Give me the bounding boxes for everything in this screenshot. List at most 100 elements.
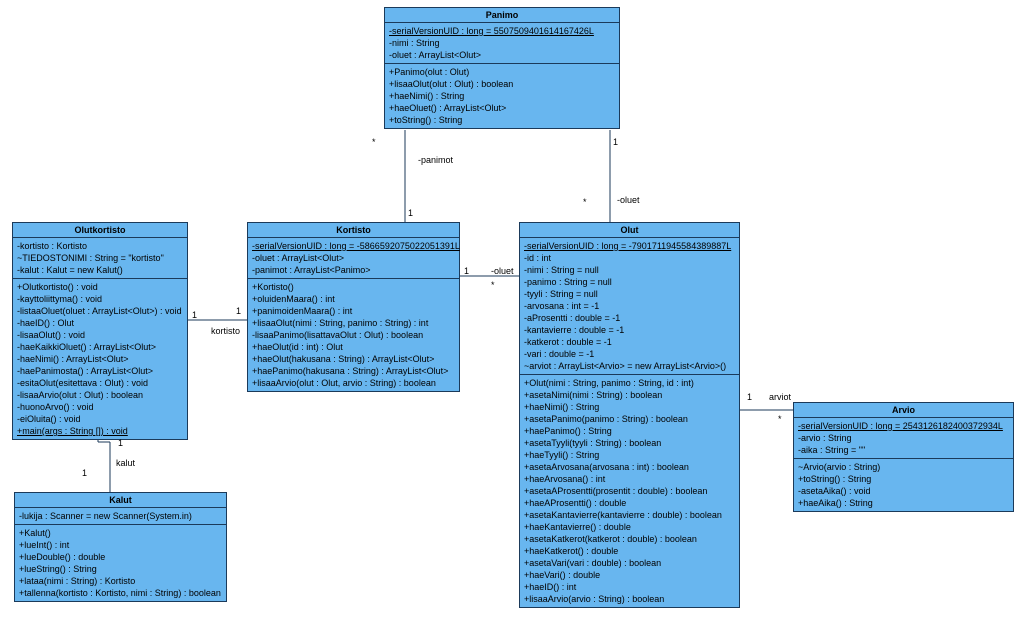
member-row: -katkerot : double = -1 [524,336,735,348]
member-row: +haeTyyli() : String [524,449,735,461]
member-row: -lukija : Scanner = new Scanner(System.i… [19,510,222,522]
member-row: -haeNimi() : ArrayList<Olut> [17,353,183,365]
member-row: ~arviot : ArrayList<Arvio> = new ArrayLi… [524,360,735,372]
member-row: -serialVersionUID : long = 2543126182400… [798,420,1009,432]
member-row: +lisaaOlut(nimi : String, panimo : Strin… [252,317,455,329]
member-row: +asetaArvosana(arvosana : int) : boolean [524,461,735,473]
member-row: +Kalut() [19,527,222,539]
member-row: -eiOluita() : void [17,413,183,425]
member-row: +haeID() : int [524,581,735,593]
member-row: -huonoArvo() : void [17,401,183,413]
member-row: +tallenna(kortisto : Kortisto, nimi : St… [19,587,222,599]
member-row: -kalut : Kalut = new Kalut() [17,264,183,276]
class-kortisto: Kortisto -serialVersionUID : long = -586… [247,222,460,392]
member-row: -serialVersionUID : long = -586659207502… [252,240,455,252]
class-title: Panimo [385,8,619,23]
mult-label: 1 [118,438,123,448]
member-row: -lisaaArvio(olut : Olut) : boolean [17,389,183,401]
mult-label: 1 [82,468,87,478]
member-row: -kortisto : Kortisto [17,240,183,252]
operations: +Kalut()+lueInt() : int+lueDouble() : do… [15,525,226,601]
member-row: +toString() : String [798,473,1009,485]
class-arvio: Arvio -serialVersionUID : long = 2543126… [793,402,1014,512]
mult-label: 1 [464,266,469,276]
member-row: +lisaaArvio(arvio : String) : boolean [524,593,735,605]
member-row: +Panimo(olut : Olut) [389,66,615,78]
uml-diagram: Panimo -serialVersionUID : long = 550750… [0,0,1024,618]
member-row: -panimo : String = null [524,276,735,288]
class-title: Olut [520,223,739,238]
member-row: +haeKantavierre() : double [524,521,735,533]
mult-label: 1 [192,310,197,320]
member-row: +asetaPanimo(panimo : String) : boolean [524,413,735,425]
class-olut: Olut -serialVersionUID : long = -7901711… [519,222,740,608]
member-row: +asetaTyyli(tyyli : String) : boolean [524,437,735,449]
member-row: -asetaAika() : void [798,485,1009,497]
attributes: -serialVersionUID : long = -790171194558… [520,238,739,375]
mult-label: * [583,197,587,207]
member-row: -oluet : ArrayList<Olut> [389,49,615,61]
mult-label: 1 [236,306,241,316]
class-kalut: Kalut -lukija : Scanner = new Scanner(Sy… [14,492,227,602]
attributes: -kortisto : Kortisto~TIEDOSTONIMI : Stri… [13,238,187,279]
member-row: +lisaaOlut(olut : Olut) : boolean [389,78,615,90]
member-row: -aProsentti : double = -1 [524,312,735,324]
member-row: +lueDouble() : double [19,551,222,563]
role-label: -panimot [418,155,453,165]
class-panimo: Panimo -serialVersionUID : long = 550750… [384,7,620,129]
member-row: ~Arvio(arvio : String) [798,461,1009,473]
member-row: +haePanimo(hakusana : String) : ArrayLis… [252,365,455,377]
class-title: Arvio [794,403,1013,418]
member-row: -listaaOluet(oluet : ArrayList<Olut>) : … [17,305,183,317]
member-row: +asetaNimi(nimi : String) : boolean [524,389,735,401]
member-row: +main(args : String []) : void [17,425,183,437]
member-row: +oluidenMaara() : int [252,293,455,305]
class-title: Kortisto [248,223,459,238]
member-row: +haeOlut(hakusana : String) : ArrayList<… [252,353,455,365]
member-row: -lisaaPanimo(lisattavaOlut : Olut) : boo… [252,329,455,341]
member-row: +haeOluet() : ArrayList<Olut> [389,102,615,114]
member-row: -arvio : String [798,432,1009,444]
member-row: -kantavierre : double = -1 [524,324,735,336]
class-olutkortisto: Olutkortisto -kortisto : Kortisto~TIEDOS… [12,222,188,440]
member-row: -oluet : ArrayList<Olut> [252,252,455,264]
class-title: Olutkortisto [13,223,187,238]
role-label: -oluet [491,266,514,276]
member-row: +asetaAProsentti(prosentit : double) : b… [524,485,735,497]
member-row: +Olut(nimi : String, panimo : String, id… [524,377,735,389]
member-row: +lueInt() : int [19,539,222,551]
operations: ~Arvio(arvio : String)+toString() : Stri… [794,459,1013,511]
role-label: kortisto [211,326,240,336]
member-row: +asetaKantavierre(kantavierre : double) … [524,509,735,521]
role-label: arviot [769,392,791,402]
attributes: -serialVersionUID : long = 5507509401614… [385,23,619,64]
operations: +Panimo(olut : Olut)+lisaaOlut(olut : Ol… [385,64,619,128]
mult-label: * [372,137,376,147]
member-row: -id : int [524,252,735,264]
role-label: -oluet [617,195,640,205]
member-row: +lisaaArvio(olut : Olut, arvio : String)… [252,377,455,389]
member-row: +panimoidenMaara() : int [252,305,455,317]
member-row: ~TIEDOSTONIMI : String = "kortisto" [17,252,183,264]
mult-label: 1 [613,137,618,147]
member-row: +lueString() : String [19,563,222,575]
member-row: +haeVari() : double [524,569,735,581]
member-row: -haePanimosta() : ArrayList<Olut> [17,365,183,377]
member-row: -aika : String = "" [798,444,1009,456]
operations: +Olut(nimi : String, panimo : String, id… [520,375,739,607]
member-row: -nimi : String [389,37,615,49]
member-row: -haeKaikkiOluet() : ArrayList<Olut> [17,341,183,353]
attributes: -serialVersionUID : long = 2543126182400… [794,418,1013,459]
member-row: +haeAika() : String [798,497,1009,509]
class-title: Kalut [15,493,226,508]
member-row: +asetaKatkerot(katkerot : double) : bool… [524,533,735,545]
member-row: +haeNimi() : String [389,90,615,102]
attributes: -serialVersionUID : long = -586659207502… [248,238,459,279]
member-row: -lisaaOlut() : void [17,329,183,341]
member-row: +haeAProsentti() : double [524,497,735,509]
member-row: -esitaOlut(esitettava : Olut) : void [17,377,183,389]
member-row: -tyyli : String = null [524,288,735,300]
member-row: +haeNimi() : String [524,401,735,413]
role-label: kalut [116,458,135,468]
operations: +Kortisto()+oluidenMaara() : int+panimoi… [248,279,459,391]
